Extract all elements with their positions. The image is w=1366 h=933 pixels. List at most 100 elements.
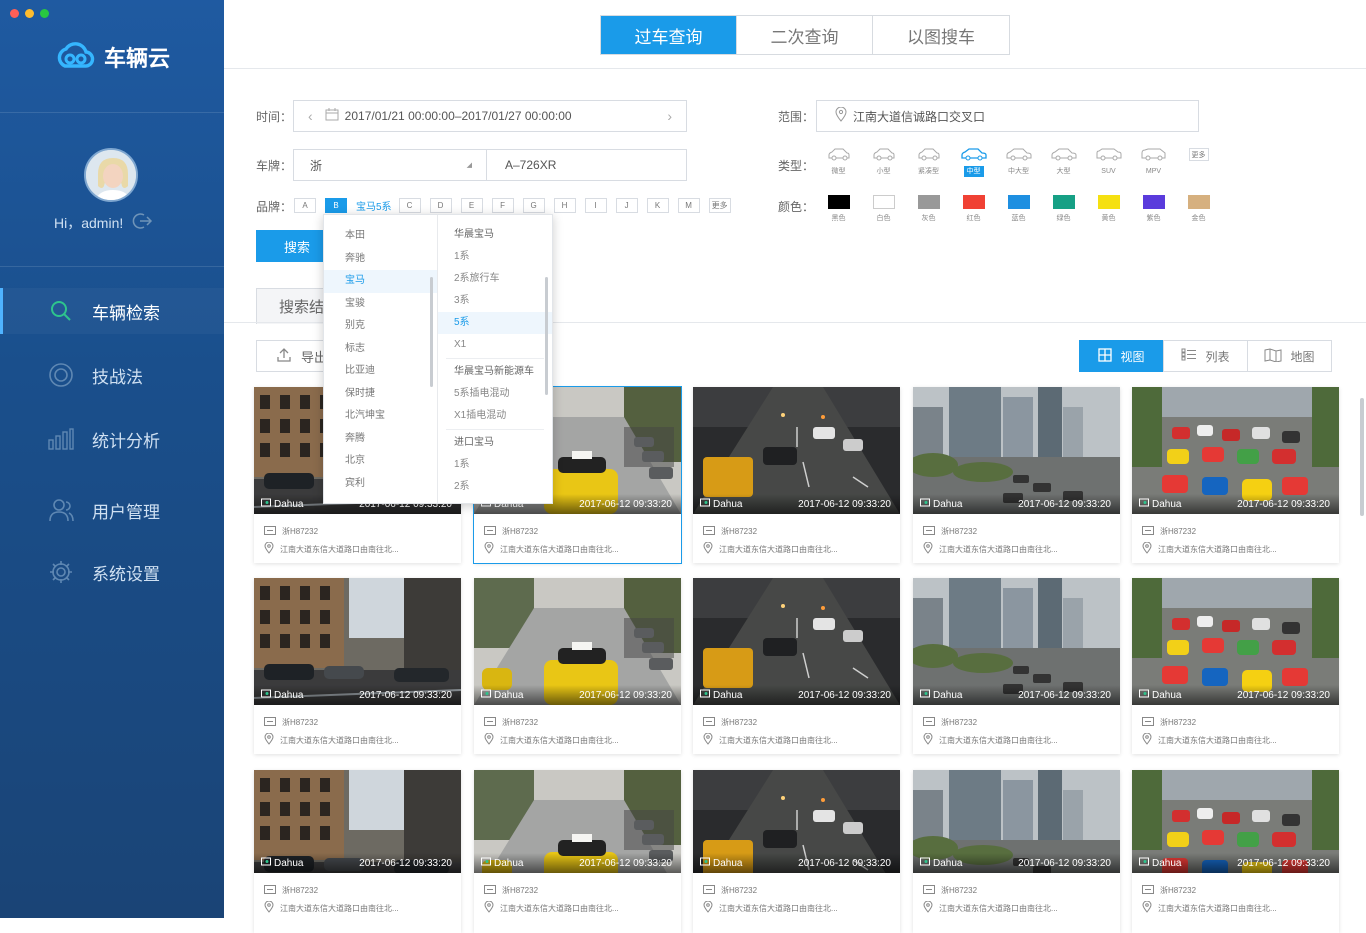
color-option[interactable]: 金色 bbox=[1176, 195, 1221, 223]
vehicle-snapshot[interactable]: Dahua 2017-06-12 09:33:20 bbox=[1132, 387, 1339, 514]
vehicle-snapshot[interactable]: Dahua 2017-06-12 09:33:20 bbox=[474, 578, 681, 705]
brand-more-chip[interactable]: 更多 bbox=[708, 198, 731, 213]
plate-province-select[interactable]: 浙 ◢ bbox=[293, 149, 487, 181]
color-option[interactable]: 白色 bbox=[861, 195, 906, 223]
time-range-picker[interactable]: ‹ 2017/01/21 00:00:00–2017/01/27 00:00:0… bbox=[293, 100, 687, 132]
brand-item[interactable]: 宝骏 bbox=[324, 293, 437, 316]
vehicle-snapshot[interactable]: Dahua 2017-06-12 09:33:20 bbox=[693, 387, 900, 514]
vehicle-snapshot[interactable]: Dahua 2017-06-12 09:33:20 bbox=[693, 578, 900, 705]
type-more[interactable]: 更多 bbox=[1176, 148, 1221, 177]
nav-item-statistics[interactable]: 统计分析 bbox=[0, 416, 224, 462]
vehicle-snapshot[interactable]: Dahua 2017-06-12 09:33:20 bbox=[913, 770, 1120, 873]
brand-item-selected[interactable]: 宝马 bbox=[324, 270, 437, 293]
result-card[interactable]: Dahua 2017-06-12 09:33:20 浙H87232 江南大道东信大道路… bbox=[1132, 770, 1339, 933]
model-item[interactable]: 2系旅行车 bbox=[438, 268, 552, 290]
brand-item[interactable]: 奔腾 bbox=[324, 428, 437, 451]
brand-letter-chip[interactable]: J bbox=[615, 198, 638, 213]
vehicle-snapshot[interactable]: Dahua 2017-06-12 09:33:20 bbox=[474, 770, 681, 873]
result-card[interactable]: Dahua 2017-06-12 09:33:20 浙H87232 江南大道东信大道路… bbox=[1132, 387, 1339, 563]
logout-icon[interactable] bbox=[131, 212, 153, 233]
brand-item[interactable]: 保时捷 bbox=[324, 383, 437, 406]
vehicle-snapshot[interactable]: Dahua 2017-06-12 09:33:20 bbox=[1132, 578, 1339, 705]
view-mode-grid[interactable]: 视图 bbox=[1079, 340, 1164, 372]
view-mode-map[interactable]: 地图 bbox=[1247, 340, 1332, 372]
vehicle-snapshot[interactable]: Dahua 2017-06-12 09:33:20 bbox=[693, 770, 900, 873]
brand-item[interactable]: 本田 bbox=[324, 225, 437, 248]
type-option[interactable]: 小型 bbox=[861, 148, 906, 177]
model-item[interactable]: 5系插电混动 bbox=[438, 383, 552, 405]
brand-letter-chip[interactable]: I bbox=[584, 198, 607, 213]
chevron-left-icon[interactable]: ‹ bbox=[308, 108, 313, 124]
color-option[interactable]: 黑色 bbox=[816, 195, 861, 223]
brand-tag[interactable]: 宝马5系 bbox=[356, 198, 392, 213]
color-option[interactable]: 灰色 bbox=[906, 195, 951, 223]
brand-item[interactable]: 奔驰 bbox=[324, 248, 437, 271]
type-option[interactable]: SUV bbox=[1086, 148, 1131, 177]
model-item[interactable]: X1 bbox=[438, 334, 552, 356]
brand-letter-chip[interactable]: E bbox=[460, 198, 483, 213]
result-card[interactable]: Dahua 2017-06-12 09:33:20 浙H87232 江南大道东信大道路… bbox=[693, 387, 900, 563]
brand-letter-chip[interactable]: A bbox=[294, 198, 316, 213]
result-card[interactable]: Dahua 2017-06-12 09:33:20 浙H87232 江南大道东信大道路… bbox=[913, 578, 1120, 754]
brand-letter-chip[interactable]: F bbox=[491, 198, 514, 213]
nav-item-vehicle-search[interactable]: 车辆检索 bbox=[0, 288, 224, 334]
nav-item-tactics[interactable]: 技战法 bbox=[0, 352, 224, 398]
result-card[interactable]: Dahua 2017-06-12 09:33:20 浙H87232 江南大道东信大道路… bbox=[693, 578, 900, 754]
tab-vehicle-query[interactable]: 过车查询 bbox=[601, 16, 737, 54]
model-list-scrollbar[interactable] bbox=[545, 277, 548, 395]
type-option[interactable]: MPV bbox=[1131, 148, 1176, 177]
type-option[interactable]: 紧凑型 bbox=[906, 148, 951, 177]
result-card[interactable]: Dahua 2017-06-12 09:33:20 浙H87232 江南大道东信大道路… bbox=[1132, 578, 1339, 754]
model-item-selected[interactable]: 5系 bbox=[438, 312, 552, 334]
brand-item[interactable]: 北汽坤宝 bbox=[324, 405, 437, 428]
plate-number-input[interactable]: A–726XR bbox=[486, 149, 687, 181]
tab-secondary-query[interactable]: 二次查询 bbox=[737, 16, 873, 54]
window-close-button[interactable] bbox=[10, 9, 19, 18]
brand-item[interactable]: 宾利 bbox=[324, 473, 437, 496]
brand-letter-chip[interactable]: H bbox=[553, 198, 576, 213]
result-card[interactable]: Dahua 2017-06-12 09:33:20 浙H87232 江南大道东信大道路… bbox=[254, 770, 461, 933]
color-option[interactable]: 蓝色 bbox=[996, 195, 1041, 223]
vehicle-snapshot[interactable]: Dahua 2017-06-12 09:33:20 bbox=[254, 578, 461, 705]
avatar[interactable] bbox=[84, 148, 138, 202]
nav-item-system-settings[interactable]: 系统设置 bbox=[0, 549, 224, 595]
result-card[interactable]: Dahua 2017-06-12 09:33:20 浙H87232 江南大道东信大道路… bbox=[254, 578, 461, 754]
page-scrollbar[interactable] bbox=[1360, 398, 1364, 516]
model-item[interactable]: X1插电混动 bbox=[438, 405, 552, 427]
model-item[interactable]: 1系 bbox=[438, 246, 552, 268]
model-item[interactable]: 2系 bbox=[438, 476, 552, 498]
result-card[interactable]: Dahua 2017-06-12 09:33:20 浙H87232 江南大道东信大道路… bbox=[474, 578, 681, 754]
result-card[interactable]: Dahua 2017-06-12 09:33:20 浙H87232 江南大道东信大道路… bbox=[913, 387, 1120, 563]
result-card[interactable]: Dahua 2017-06-12 09:33:20 浙H87232 江南大道东信大道路… bbox=[913, 770, 1120, 933]
brand-item[interactable]: 别克 bbox=[324, 315, 437, 338]
view-mode-list[interactable]: 列表 bbox=[1163, 340, 1248, 372]
vehicle-snapshot[interactable]: Dahua 2017-06-12 09:33:20 bbox=[1132, 770, 1339, 873]
result-card[interactable]: Dahua 2017-06-12 09:33:20 浙H87232 江南大道东信大道路… bbox=[474, 770, 681, 933]
color-option[interactable]: 红色 bbox=[951, 195, 996, 223]
brand-letter-chip-selected[interactable]: B bbox=[325, 198, 347, 213]
brand-letter-chip[interactable]: M bbox=[677, 198, 700, 213]
window-zoom-button[interactable] bbox=[40, 9, 49, 18]
vehicle-snapshot[interactable]: Dahua 2017-06-12 09:33:20 bbox=[913, 387, 1120, 514]
type-option[interactable]: 中大型 bbox=[996, 148, 1041, 177]
brand-item[interactable]: 比亚迪 bbox=[324, 360, 437, 383]
range-input[interactable]: 江南大道信诚路口交叉口 bbox=[816, 100, 1199, 132]
result-card[interactable]: Dahua 2017-06-12 09:33:20 浙H87232 江南大道东信大道路… bbox=[693, 770, 900, 933]
color-option[interactable]: 绿色 bbox=[1041, 195, 1086, 223]
model-item[interactable]: 1系 bbox=[438, 454, 552, 476]
brand-letter-chip[interactable]: G bbox=[522, 198, 545, 213]
window-minimize-button[interactable] bbox=[25, 9, 34, 18]
nav-item-user-management[interactable]: 用户管理 bbox=[0, 487, 224, 533]
brand-item[interactable]: 北京 bbox=[324, 450, 437, 473]
vehicle-snapshot[interactable]: Dahua 2017-06-12 09:33:20 bbox=[254, 770, 461, 873]
brand-letter-chip[interactable]: C bbox=[398, 198, 421, 213]
color-option[interactable]: 紫色 bbox=[1131, 195, 1176, 223]
model-item[interactable]: 3系 bbox=[438, 290, 552, 312]
brand-letter-chip[interactable]: K bbox=[646, 198, 669, 213]
tab-image-search[interactable]: 以图搜车 bbox=[873, 16, 1009, 54]
type-option[interactable]: 大型 bbox=[1041, 148, 1086, 177]
vehicle-snapshot[interactable]: Dahua 2017-06-12 09:33:20 bbox=[913, 578, 1120, 705]
brand-item[interactable]: 标志 bbox=[324, 338, 437, 361]
type-option[interactable]: 微型 bbox=[816, 148, 861, 177]
chevron-right-icon[interactable]: › bbox=[667, 108, 672, 124]
